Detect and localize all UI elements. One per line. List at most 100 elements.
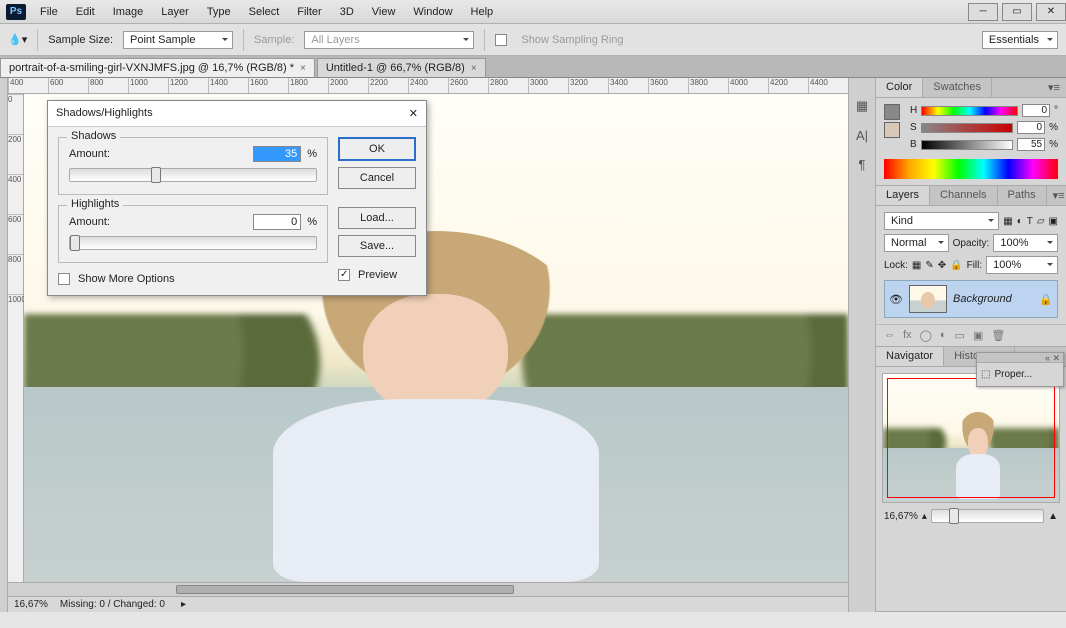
b-input[interactable]: 55 (1017, 138, 1045, 151)
fill-input[interactable]: 100% (986, 256, 1058, 274)
lock-all-icon[interactable]: 🔒 (950, 260, 962, 271)
fill-label: Fill: (967, 260, 983, 271)
panel-menu-icon[interactable]: ▾≡ (1047, 186, 1066, 205)
sample-label: Sample: (254, 34, 294, 46)
workspace-dropdown[interactable]: Essentials (982, 31, 1058, 49)
opacity-label: Opacity: (953, 238, 990, 249)
sample-size-dropdown[interactable]: Point Sample (123, 31, 233, 49)
sat-slider[interactable] (921, 123, 1013, 133)
menu-window[interactable]: Window (405, 3, 460, 21)
shadows-legend: Shadows (67, 130, 120, 142)
menu-help[interactable]: Help (463, 3, 502, 21)
char-icon[interactable]: A| (856, 128, 868, 143)
zoom-out-icon[interactable]: ▴ (922, 511, 927, 522)
menu-edit[interactable]: Edit (68, 3, 103, 21)
tab-close-icon[interactable]: × (471, 63, 477, 74)
eyedropper-icon[interactable]: 💧▾ (8, 33, 27, 46)
nav-zoom-slider[interactable] (931, 509, 1044, 523)
highlights-slider[interactable] (69, 236, 317, 250)
group-icon[interactable]: ▭ (955, 329, 965, 342)
save-button[interactable]: Save... (338, 235, 416, 257)
tool-strip[interactable] (0, 78, 8, 612)
filter-pixel-icon[interactable]: ▦ (1003, 216, 1012, 227)
menu-view[interactable]: View (364, 3, 404, 21)
para-icon[interactable]: ¶ (859, 157, 866, 172)
lock-label: Lock: (884, 260, 908, 271)
filter-adjust-icon[interactable]: ◐ (1017, 216, 1023, 227)
tab-document-1[interactable]: portrait-of-a-smiling-girl-VXNJMFS.jpg @… (0, 58, 315, 77)
layer-thumbnail[interactable] (909, 285, 947, 313)
navigator-view[interactable] (882, 373, 1060, 503)
nav-zoom-value[interactable]: 16,67% (884, 511, 918, 522)
trash-icon[interactable]: 🗑 (991, 329, 1005, 342)
shadows-slider[interactable] (69, 168, 317, 182)
tab-swatches[interactable]: Swatches (923, 78, 992, 97)
zoom-in-icon[interactable]: ▲ (1048, 511, 1058, 522)
tab-paths[interactable]: Paths (998, 186, 1047, 205)
layers-panel: Layers Channels Paths ▾≡ Kind ▦ ◐ T ▱ ▣ … (876, 186, 1066, 347)
minimize-button[interactable]: ─ (968, 3, 998, 21)
menu-type[interactable]: Type (199, 3, 239, 21)
tab-close-icon[interactable]: × (300, 63, 306, 74)
shadows-fieldset: Shadows Amount: 35 % (58, 137, 328, 195)
shadows-amount-input[interactable]: 35 (253, 146, 301, 162)
tab-document-2[interactable]: Untitled-1 @ 66,7% (RGB/8)× (317, 58, 486, 77)
shadows-amount-label: Amount: (69, 148, 247, 160)
menu-image[interactable]: Image (105, 3, 152, 21)
dialog-title: Shadows/Highlights (56, 107, 153, 120)
lock-pos-icon[interactable]: ✥ (938, 260, 946, 271)
menu-select[interactable]: Select (241, 3, 288, 21)
filter-kind-dropdown[interactable]: Kind (884, 212, 999, 230)
spectrum-ramp[interactable] (884, 159, 1058, 179)
filter-type-icon[interactable]: T (1027, 216, 1033, 227)
preview-checkbox[interactable] (338, 269, 350, 281)
adjustment-icon[interactable]: ◐ (940, 329, 947, 342)
layer-background[interactable]: 👁 Background 🔒 (884, 280, 1058, 318)
panel-menu-icon[interactable]: ▾≡ (1042, 78, 1066, 97)
mask-icon[interactable]: ◯ (920, 329, 932, 342)
s-input[interactable]: 0 (1017, 121, 1045, 134)
canvas-viewport[interactable]: Shadows/Highlights ✕ Shadows Amount: 35 … (24, 94, 848, 582)
link-icon[interactable]: ⇔ (884, 329, 895, 342)
filter-shape-icon[interactable]: ▱ (1037, 216, 1045, 227)
tab-channels[interactable]: Channels (930, 186, 997, 205)
load-button[interactable]: Load... (338, 207, 416, 229)
filter-smart-icon[interactable]: ▣ (1049, 216, 1058, 227)
menu-filter[interactable]: Filter (289, 3, 329, 21)
lock-icon: 🔒 (1039, 293, 1053, 306)
menu-layer[interactable]: Layer (153, 3, 197, 21)
horizontal-scrollbar[interactable] (8, 582, 848, 596)
navigator-frame[interactable] (887, 378, 1055, 498)
background-swatch[interactable] (884, 122, 900, 138)
close-button[interactable]: ✕ (1036, 3, 1066, 21)
visibility-icon[interactable]: 👁 (889, 293, 903, 306)
properties-floating-panel[interactable]: « ✕ ⬚Proper... (976, 352, 1064, 387)
layer-name[interactable]: Background (953, 293, 1012, 305)
h-input[interactable]: 0 (1022, 104, 1050, 117)
ok-button[interactable]: OK (338, 137, 416, 161)
highlights-amount-input[interactable]: 0 (253, 214, 301, 230)
app-logo: Ps (6, 4, 26, 20)
lock-trans-icon[interactable]: ▦ (912, 260, 921, 271)
tab-layers[interactable]: Layers (876, 186, 930, 205)
tab-navigator[interactable]: Navigator (876, 347, 944, 366)
history-icon[interactable]: ▦ (856, 98, 868, 114)
bri-slider[interactable] (921, 140, 1013, 150)
lock-pixel-icon[interactable]: ✎ (925, 260, 933, 271)
tab-color[interactable]: Color (876, 78, 923, 97)
maximize-button[interactable]: ▭ (1002, 3, 1032, 21)
blend-mode-dropdown[interactable]: Normal (884, 234, 949, 252)
status-zoom[interactable]: 16,67% (14, 599, 48, 610)
status-missing: Missing: 0 / Changed: 0 (60, 599, 165, 610)
foreground-swatch[interactable] (884, 104, 900, 120)
dialog-close-icon[interactable]: ✕ (409, 107, 418, 120)
new-layer-icon[interactable]: ▣ (973, 329, 983, 342)
hue-slider[interactable] (921, 106, 1018, 116)
menu-3d[interactable]: 3D (332, 3, 362, 21)
cancel-button[interactable]: Cancel (338, 167, 416, 189)
opacity-input[interactable]: 100% (993, 234, 1058, 252)
show-sampling-checkbox[interactable] (495, 34, 507, 46)
show-more-checkbox[interactable] (58, 273, 70, 285)
fx-icon[interactable]: fx (903, 329, 912, 342)
menu-file[interactable]: File (32, 3, 66, 21)
